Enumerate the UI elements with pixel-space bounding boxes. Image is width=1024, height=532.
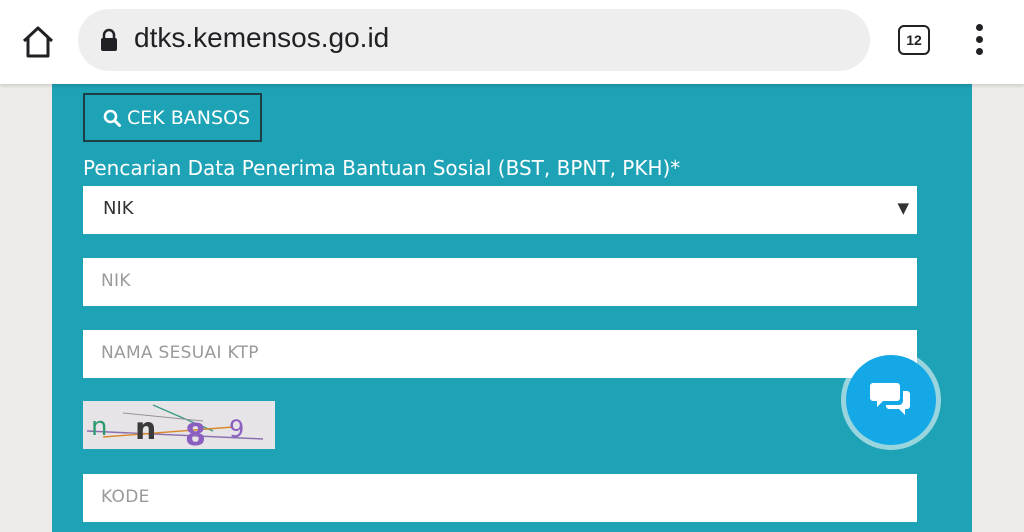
address-bar[interactable]: dtks.kemensos.go.id: [78, 9, 870, 71]
svg-text:9: 9: [229, 415, 244, 443]
nama-input[interactable]: NAMA SESUAI KTP: [83, 330, 917, 378]
dropdown-caret-icon: ▼: [897, 199, 909, 217]
more-vert-icon[interactable]: [970, 24, 988, 58]
home-icon[interactable]: [18, 22, 58, 62]
kode-input[interactable]: KODE: [83, 474, 917, 522]
cek-bansos-label: CEK BANSOS: [127, 106, 251, 129]
svg-text:n: n: [91, 412, 107, 442]
search-type-select[interactable]: NIK ▼: [83, 186, 917, 234]
cek-bansos-button[interactable]: CEK BANSOS: [83, 93, 262, 142]
svg-text:8: 8: [185, 418, 206, 449]
browser-toolbar: dtks.kemensos.go.id 12: [0, 0, 1024, 84]
kode-placeholder: KODE: [101, 487, 150, 507]
captcha-image: n n 8 9: [83, 401, 275, 453]
bansos-search-panel: CEK BANSOS Pencarian Data Penerima Bantu…: [52, 84, 972, 532]
nik-input[interactable]: NIK: [83, 258, 917, 306]
tab-count: 12: [906, 32, 922, 48]
search-section-label: Pencarian Data Penerima Bantuan Sosial (…: [83, 156, 681, 180]
nama-placeholder: NAMA SESUAI KTP: [101, 343, 259, 363]
svg-text:n: n: [135, 412, 156, 447]
search-type-value: NIK: [103, 198, 134, 219]
chat-icon: [870, 383, 910, 415]
nik-placeholder: NIK: [101, 271, 131, 291]
chat-button[interactable]: [846, 355, 936, 445]
tab-switcher-icon[interactable]: 12: [898, 25, 930, 55]
url-text: dtks.kemensos.go.id: [134, 22, 390, 53]
lock-icon: [100, 28, 118, 52]
search-icon: [103, 109, 121, 127]
